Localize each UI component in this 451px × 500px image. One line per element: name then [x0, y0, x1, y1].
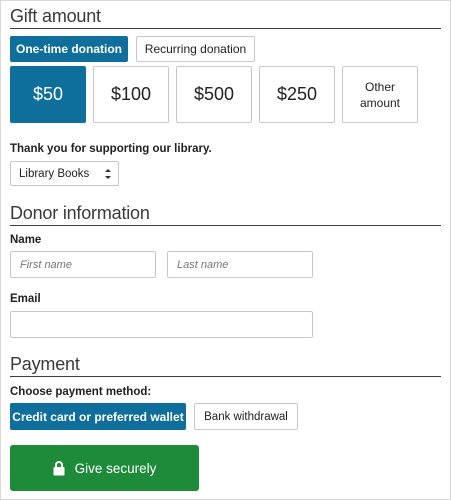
designation-select[interactable]: Library Books: [10, 161, 119, 186]
email-label: Email: [10, 293, 41, 305]
other-amount-label: Other amount: [360, 79, 400, 111]
credit-card-button[interactable]: Credit card or preferred wallet: [10, 403, 186, 430]
amount-option-100[interactable]: $100: [93, 66, 169, 123]
gift-amount-title: Gift amount: [10, 6, 101, 26]
name-label: Name: [10, 234, 42, 246]
email-field[interactable]: [10, 311, 313, 338]
donor-information-title: Donor information: [10, 203, 150, 223]
divider: [10, 376, 441, 377]
designation-value: Library Books: [19, 167, 90, 180]
amount-option-50[interactable]: $50: [10, 66, 86, 123]
payment-method-label: Choose payment method:: [10, 386, 152, 398]
lock-icon: [53, 460, 65, 475]
one-time-donation-button[interactable]: One-time donation: [10, 36, 128, 62]
bank-withdrawal-button[interactable]: Bank withdrawal: [194, 403, 298, 430]
first-name-field[interactable]: First name: [10, 251, 156, 278]
designation-label: Thank you for supporting our library.: [10, 143, 212, 155]
other-amount-button[interactable]: Other amount: [342, 66, 418, 123]
select-arrows-icon: [105, 169, 111, 179]
divider: [10, 225, 441, 226]
other-amount-line1: Other: [364, 79, 395, 94]
amount-option-250[interactable]: $250: [259, 66, 335, 123]
recurring-donation-button[interactable]: Recurring donation: [136, 36, 255, 62]
payment-title: Payment: [10, 354, 80, 374]
amount-option-500[interactable]: $500: [176, 66, 252, 123]
last-name-field[interactable]: Last name: [167, 251, 313, 278]
divider: [10, 28, 441, 29]
give-securely-button[interactable]: Give securely: [10, 445, 199, 491]
give-securely-label: Give securely: [74, 460, 157, 476]
other-amount-line2: amount: [359, 95, 401, 110]
